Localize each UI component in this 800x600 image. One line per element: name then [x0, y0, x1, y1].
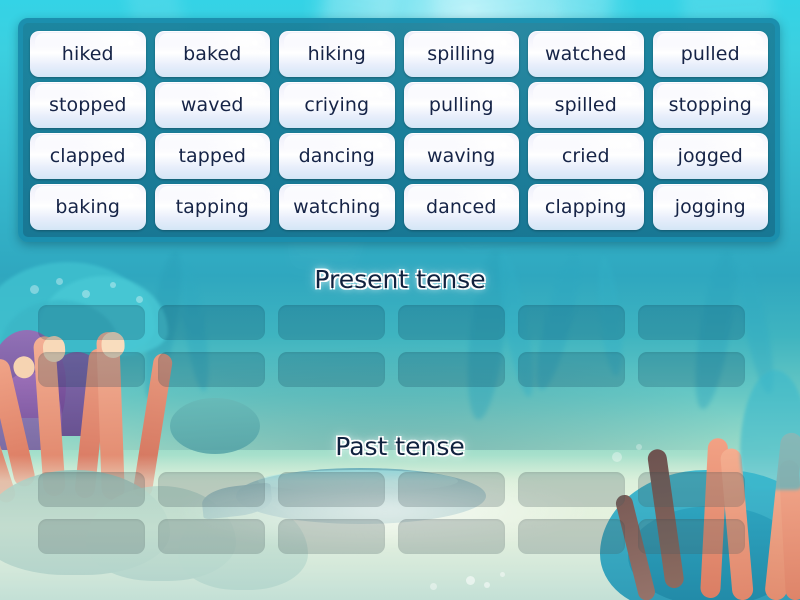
word-tile-label: tapping — [175, 196, 249, 218]
bubble — [430, 583, 437, 590]
word-tile-label: hiking — [307, 43, 366, 65]
word-tile[interactable]: clapping — [528, 184, 644, 230]
word-bank-row: stopped waved criying pulling spilled st… — [30, 82, 768, 128]
word-tile-label: clapped — [49, 145, 126, 167]
word-tile[interactable]: tapping — [154, 184, 270, 230]
drop-slot[interactable] — [518, 519, 625, 554]
drop-slot[interactable] — [38, 472, 145, 507]
word-tile[interactable]: hiking — [279, 31, 395, 77]
word-tile-label: spilled — [554, 94, 617, 116]
drop-slot[interactable] — [278, 519, 385, 554]
word-tile[interactable]: hiked — [30, 31, 146, 77]
drop-slot[interactable] — [398, 472, 505, 507]
word-tile[interactable]: criying — [279, 82, 395, 128]
word-tile[interactable]: watching — [279, 184, 395, 230]
category-title-past-tense: Past tense — [335, 432, 465, 461]
drop-slot[interactable] — [398, 519, 505, 554]
drop-slot[interactable] — [518, 472, 625, 507]
word-tile[interactable]: cried — [528, 133, 644, 179]
word-tile-label: pulling — [428, 94, 494, 116]
word-tile[interactable]: spilled — [528, 82, 644, 128]
word-tile[interactable]: waved — [154, 82, 270, 128]
word-tile-label: watched — [544, 43, 627, 65]
drop-slot[interactable] — [638, 305, 745, 340]
word-tile-label: hiked — [61, 43, 114, 65]
word-bank-row: baking tapping watching danced clapping … — [30, 184, 768, 230]
word-tile[interactable]: dancing — [279, 133, 395, 179]
drop-slot[interactable] — [518, 352, 625, 387]
drop-slot[interactable] — [158, 352, 265, 387]
drop-zone-grid-past-tense — [38, 472, 762, 554]
drop-slot[interactable] — [38, 519, 145, 554]
drop-slot[interactable] — [638, 352, 745, 387]
drop-slot[interactable] — [278, 352, 385, 387]
drop-slot[interactable] — [278, 305, 385, 340]
word-bank-row: clapped tapped dancing waving cried jogg… — [30, 133, 768, 179]
word-tile-label: spilling — [427, 43, 496, 65]
word-tile-label: tapped — [178, 145, 247, 167]
drop-slot[interactable] — [398, 305, 505, 340]
word-tile-label: waving — [427, 145, 496, 167]
word-tile-label: clapping — [544, 196, 627, 218]
drop-slot[interactable] — [638, 472, 745, 507]
word-tile-label: watching — [293, 196, 381, 218]
word-tile[interactable]: pulled — [652, 31, 768, 77]
drop-zone-grid-present-tense — [38, 305, 762, 387]
word-tile-label: stopped — [48, 94, 127, 116]
word-tile-label: stopping — [668, 94, 752, 116]
word-tile-label: cried — [561, 145, 610, 167]
category-title-present-tense: Present tense — [314, 265, 486, 294]
word-tile-label: jogging — [674, 196, 746, 218]
word-tile[interactable]: baking — [30, 184, 146, 230]
coral-texture-dot — [136, 296, 143, 303]
drop-slot[interactable] — [38, 305, 145, 340]
word-tile-label: jogged — [677, 145, 743, 167]
word-tile[interactable]: watched — [528, 31, 644, 77]
word-tile[interactable]: stopping — [652, 82, 768, 128]
word-tile[interactable]: stopped — [30, 82, 146, 128]
drop-slot[interactable] — [518, 305, 625, 340]
word-tile-label: baked — [183, 43, 242, 65]
drop-slot[interactable] — [398, 352, 505, 387]
activity-stage: hiked baked hiking spilling watched pull… — [0, 0, 800, 600]
word-tile-label: waved — [180, 94, 244, 116]
word-bank-panel: hiked baked hiking spilling watched pull… — [18, 18, 780, 242]
word-tile[interactable]: spilling — [403, 31, 519, 77]
drop-slot[interactable] — [278, 472, 385, 507]
word-tile[interactable]: jogging — [652, 184, 768, 230]
word-tile[interactable]: waving — [403, 133, 519, 179]
word-bank-row: hiked baked hiking spilling watched pull… — [30, 31, 768, 77]
drop-slot[interactable] — [638, 519, 745, 554]
bubble — [466, 576, 475, 585]
drop-slot[interactable] — [158, 305, 265, 340]
word-tile-label: dancing — [298, 145, 375, 167]
word-tile[interactable]: pulling — [403, 82, 519, 128]
bubble — [484, 582, 490, 588]
drop-slot[interactable] — [158, 472, 265, 507]
word-tile[interactable]: jogged — [652, 133, 768, 179]
drop-slot[interactable] — [38, 352, 145, 387]
word-tile-label: baking — [55, 196, 121, 218]
word-tile[interactable]: tapped — [154, 133, 270, 179]
word-tile[interactable]: baked — [154, 31, 270, 77]
bubble — [500, 572, 505, 577]
word-tile-label: criying — [304, 94, 370, 116]
word-tile-label: pulled — [680, 43, 740, 65]
word-tile[interactable]: danced — [403, 184, 519, 230]
drop-slot[interactable] — [158, 519, 265, 554]
word-tile-label: danced — [425, 196, 497, 218]
word-tile[interactable]: clapped — [30, 133, 146, 179]
